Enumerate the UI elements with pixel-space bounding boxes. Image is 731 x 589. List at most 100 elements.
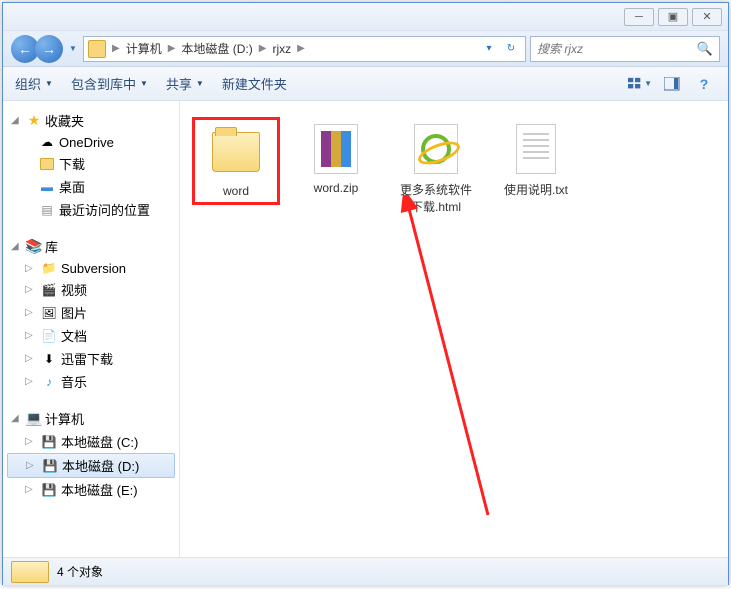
annotation-arrow — [348, 195, 508, 535]
file-name: word.zip — [314, 181, 359, 195]
file-item-html[interactable]: 更多系统软件下载.html — [392, 117, 480, 219]
sidebar-item-subversion[interactable]: ▷ 📁 Subversion — [7, 258, 175, 278]
chevron-down-icon: ▼ — [196, 79, 204, 88]
navigation-pane: ◢ ★ 收藏夹 ☁ OneDrive 下载 ▬ 桌面 ▤ — [3, 101, 180, 557]
file-name: 使用说明.txt — [504, 181, 568, 198]
chevron-right-icon[interactable]: ▶ — [295, 43, 307, 54]
expand-icon: ▷ — [25, 484, 37, 495]
sidebar-item-video[interactable]: ▷ 🎬 视频 — [7, 278, 175, 301]
newfolder-button[interactable]: 新建文件夹 — [222, 74, 287, 93]
download-icon — [39, 156, 55, 172]
expand-icon: ▷ — [25, 263, 37, 274]
folder-icon — [11, 561, 49, 583]
desktop-icon: ▬ — [39, 179, 55, 195]
statusbar: 4 个对象 — [3, 557, 728, 585]
sidebar-item-recent[interactable]: ▤ 最近访问的位置 — [7, 198, 175, 221]
expand-icon: ▷ — [26, 460, 38, 471]
close-button[interactable]: ✕ — [692, 8, 722, 26]
nav-buttons: ← → — [11, 35, 63, 63]
maximize-button[interactable]: ▣ — [658, 8, 688, 26]
sidebar-item-drive-d[interactable]: ▷ 💾 本地磁盘 (D:) — [7, 453, 175, 478]
expand-icon: ▷ — [25, 284, 37, 295]
drive-icon: 💾 — [41, 482, 57, 498]
search-box[interactable]: 🔍 — [530, 36, 720, 62]
zip-icon — [314, 124, 358, 174]
txt-icon — [516, 124, 556, 174]
file-item-word-folder[interactable]: word — [192, 117, 280, 205]
expand-icon: ▷ — [25, 436, 37, 447]
forward-button[interactable]: → — [35, 35, 63, 63]
folder-icon — [88, 40, 106, 58]
breadcrumb-segment[interactable]: 计算机 — [122, 40, 166, 57]
toolbar: 组织 ▼ 包含到库中 ▼ 共享 ▼ 新建文件夹 ▼ ? — [3, 67, 728, 101]
sidebar-label: 计算机 — [45, 409, 84, 428]
explorer-window: ─ ▣ ✕ ← → ▼ ▶ 计算机 ▶ 本地磁盘 (D:) ▶ rjxz ▶ ▾… — [2, 2, 729, 585]
folder-icon — [212, 132, 260, 172]
chevron-down-icon: ▼ — [45, 79, 53, 88]
chevron-down-icon: ▼ — [140, 79, 148, 88]
search-input[interactable] — [537, 42, 697, 56]
sidebar-item-music[interactable]: ▷ ♪ 音乐 — [7, 370, 175, 393]
sidebar-item-thunder[interactable]: ▷ ⬇ 迅雷下载 — [7, 347, 175, 370]
svn-icon: 📁 — [41, 260, 57, 276]
breadcrumb-segment[interactable]: 本地磁盘 (D:) — [177, 40, 256, 57]
sidebar-item-documents[interactable]: ▷ 📄 文档 — [7, 324, 175, 347]
file-item-txt[interactable]: 使用说明.txt — [492, 117, 580, 202]
expand-icon: ▷ — [25, 353, 37, 364]
view-options-button[interactable]: ▼ — [628, 74, 652, 94]
libraries-header[interactable]: ◢ 📚 库 — [7, 235, 175, 258]
navbar: ← → ▼ ▶ 计算机 ▶ 本地磁盘 (D:) ▶ rjxz ▶ ▾ ↻ 🔍 — [3, 31, 728, 67]
file-name: word — [223, 184, 249, 198]
chevron-right-icon[interactable]: ▶ — [110, 43, 122, 54]
thunder-icon: ⬇ — [41, 351, 57, 367]
sidebar-item-drive-e[interactable]: ▷ 💾 本地磁盘 (E:) — [7, 478, 175, 501]
file-item-word-zip[interactable]: word.zip — [292, 117, 380, 199]
dropdown-icon[interactable]: ▾ — [479, 40, 499, 58]
expand-icon: ▷ — [25, 307, 37, 318]
expand-icon: ▷ — [25, 376, 37, 387]
minimize-button[interactable]: ─ — [624, 8, 654, 26]
share-menu[interactable]: 共享 ▼ — [166, 74, 204, 93]
organize-menu[interactable]: 组织 ▼ — [15, 74, 53, 93]
content-area: ◢ ★ 收藏夹 ☁ OneDrive 下载 ▬ 桌面 ▤ — [3, 101, 728, 557]
sidebar-item-onedrive[interactable]: ☁ OneDrive — [7, 132, 175, 152]
sidebar-label: 收藏夹 — [45, 111, 84, 130]
collapse-icon: ◢ — [11, 241, 23, 252]
favorites-header[interactable]: ◢ ★ 收藏夹 — [7, 109, 175, 132]
music-icon: ♪ — [41, 374, 57, 390]
status-text: 4 个对象 — [57, 563, 103, 580]
preview-pane-button[interactable] — [660, 74, 684, 94]
refresh-button[interactable]: ↻ — [501, 40, 521, 58]
breadcrumb-segment[interactable]: rjxz — [268, 42, 295, 56]
chevron-right-icon[interactable]: ▶ — [166, 43, 178, 54]
html-icon — [414, 124, 458, 174]
pictures-icon: 🖼 — [41, 305, 57, 321]
collapse-icon: ◢ — [11, 413, 23, 424]
cloud-icon: ☁ — [39, 134, 55, 150]
chevron-down-icon: ▼ — [644, 79, 652, 88]
sidebar-label: 库 — [45, 237, 58, 256]
video-icon: 🎬 — [41, 282, 57, 298]
sidebar-item-pictures[interactable]: ▷ 🖼 图片 — [7, 301, 175, 324]
address-bar[interactable]: ▶ 计算机 ▶ 本地磁盘 (D:) ▶ rjxz ▶ ▾ ↻ — [83, 36, 526, 62]
documents-icon: 📄 — [41, 328, 57, 344]
drive-icon: 💾 — [42, 458, 58, 474]
include-menu[interactable]: 包含到库中 ▼ — [71, 74, 148, 93]
drive-icon: 💾 — [41, 434, 57, 450]
library-icon: 📚 — [25, 238, 43, 256]
sidebar-item-desktop[interactable]: ▬ 桌面 — [7, 175, 175, 198]
chevron-right-icon[interactable]: ▶ — [257, 43, 269, 54]
file-list[interactable]: word word.zip 更多系统软件下载.html 使用说明.txt — [180, 101, 728, 557]
computer-icon: 💻 — [25, 410, 43, 428]
file-name: 更多系统软件下载.html — [396, 181, 476, 215]
sidebar-item-downloads[interactable]: 下载 — [7, 152, 175, 175]
search-icon[interactable]: 🔍 — [697, 41, 713, 57]
titlebar: ─ ▣ ✕ — [3, 3, 728, 31]
sidebar-item-drive-c[interactable]: ▷ 💾 本地磁盘 (C:) — [7, 430, 175, 453]
collapse-icon: ◢ — [11, 115, 23, 126]
star-icon: ★ — [25, 112, 43, 130]
computer-header[interactable]: ◢ 💻 计算机 — [7, 407, 175, 430]
help-button[interactable]: ? — [692, 74, 716, 94]
expand-icon: ▷ — [25, 330, 37, 341]
nav-history-dropdown[interactable]: ▼ — [67, 35, 79, 63]
